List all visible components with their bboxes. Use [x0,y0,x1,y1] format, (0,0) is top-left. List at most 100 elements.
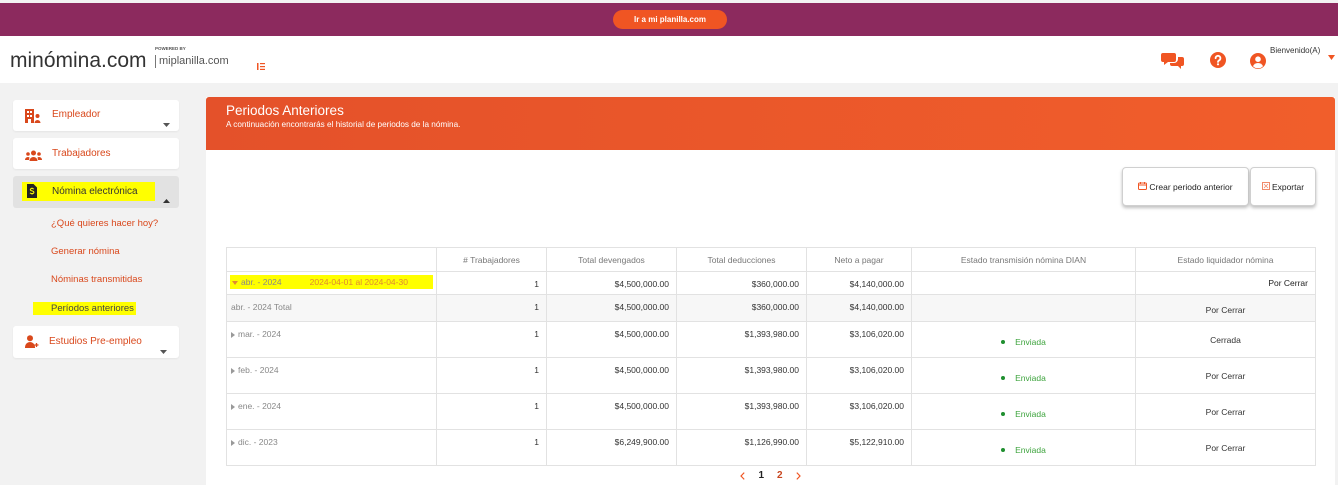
devengados-cell: $4,500,000.00 [546,357,677,394]
main-panel: Periodos Anteriores A continuación encon… [206,97,1335,485]
dian-status-badge: Enviada [1001,409,1046,419]
dian-status-cell [911,294,1136,322]
top-banner: Ir a mi planilla.com [0,3,1338,36]
deducciones-cell: $1,393,980.00 [676,321,807,358]
neto-cell: $4,140,000.00 [806,271,912,295]
caret-down-icon[interactable] [232,277,238,287]
chevron-right-icon[interactable] [795,472,801,480]
sidebar-item-trabajadores[interactable]: Trabajadores [13,138,179,169]
chevron-down-icon [163,114,170,132]
liquidador-status-cell: Por Cerrar [1135,357,1316,394]
liquidador-status-cell: Cerrada [1135,321,1316,358]
deducciones-cell: $1,393,980.00 [676,357,807,394]
caret-right-icon[interactable] [231,366,235,376]
table-row[interactable]: abr. - 2024 2024-04-01 al 2024-04-30 1 $… [226,271,1316,295]
caret-down-icon[interactable] [1328,47,1335,65]
page-title: Periodos Anteriores [226,103,344,118]
period-label: dic. - 2023 [238,437,278,447]
menu-toggle-icon[interactable] [257,57,265,70]
go-to-miplanilla-button[interactable]: Ir a mi planilla.com [613,10,727,29]
sidebar-item-nomina-electronica[interactable]: Nómina electrónica [13,176,179,208]
period-label: ene. - 2024 [238,401,282,411]
period-cell[interactable]: mar. - 2024 [226,321,437,358]
table-row[interactable]: mar. - 2024 1 $4,500,000.00 $1,393,980.0… [226,321,1316,358]
devengados-cell: $4,500,000.00 [546,271,677,295]
sidebar-item-label: Empleador [52,109,101,120]
column-header[interactable]: Neto a pagar [806,247,912,272]
create-previous-period-button[interactable]: Crear periodo anterior [1122,167,1249,206]
period-label: mar. - 2024 [238,329,281,339]
chevron-down-icon [160,341,167,359]
status-dot-icon [1001,448,1006,453]
column-header[interactable]: Estado transmisión nómina DIAN [911,247,1136,272]
workers-cell: 1 [436,321,547,358]
dian-status-cell: Enviada [911,393,1136,430]
submenu-nominas-transmitidas[interactable]: Nóminas transmitidas [51,274,142,286]
workers-cell: 1 [436,393,547,430]
submenu-generar-nomina[interactable]: Generar nómina [51,246,120,258]
period-label: feb. - 2024 [238,365,279,375]
dian-status-badge: Enviada [1001,445,1046,455]
help-icon[interactable] [1210,52,1226,73]
users-icon [25,148,42,166]
export-file-icon [1261,181,1270,192]
welcome-label[interactable]: Bienvenido(A) [1270,46,1320,55]
devengados-cell: $4,500,000.00 [546,321,677,358]
sidebar-item-label: Trabajadores [52,148,111,159]
caret-right-icon[interactable] [231,438,235,448]
dian-status-cell: Enviada [911,357,1136,394]
period-cell[interactable]: feb. - 2024 [226,357,437,394]
status-dot-icon [1001,340,1006,345]
sidebar-item-empleador[interactable]: Empleador [13,100,179,131]
column-header[interactable]: Estado liquidador nómina [1135,247,1316,272]
dian-status: Enviada [1015,408,1046,419]
sidebar-item-label: Estudios Pre-empleo [49,336,142,347]
sidebar-item-estudios-pre-empleo[interactable]: Estudios Pre-empleo [13,326,179,358]
period-cell[interactable]: ene. - 2024 [226,393,437,430]
period-cell[interactable]: dic. - 2023 [226,429,437,466]
status-dot-icon [1001,412,1006,417]
period-column-header [226,247,437,272]
table-row[interactable]: feb. - 2024 1 $4,500,000.00 $1,393,980.0… [226,357,1316,394]
period-cell[interactable]: abr. - 2024 2024-04-01 al 2024-04-30 [226,271,437,295]
period-label: abr. - 2024 [241,277,282,287]
neto-cell: $4,140,000.00 [806,294,912,322]
devengados-cell: $6,249,900.00 [546,429,677,466]
status-dot-icon [1001,376,1006,381]
submenu-que-hacer-hoy[interactable]: ¿Qué quieres hacer hoy? [51,218,158,230]
app-header: minómina.com POWERED BY miplanilla.com B… [0,36,1338,83]
neto-cell: $3,106,020.00 [806,357,912,394]
caret-right-icon[interactable] [231,402,235,412]
period-cell: abr. - 2024 Total [226,294,437,322]
dian-status-cell [911,271,1136,295]
page-1-link[interactable]: 1 [758,470,764,482]
chevron-left-icon[interactable] [740,472,746,480]
period-highlight: abr. - 2024 2024-04-01 al 2024-04-30 [230,275,433,289]
liquidador-status-cell: Por Cerrar [1135,393,1316,430]
column-header[interactable]: Total devengados [546,247,677,272]
dian-status-cell: Enviada [911,429,1136,466]
app-logo[interactable]: minómina.com [10,49,147,73]
workers-cell: 1 [436,271,547,295]
caret-right-icon[interactable] [231,330,235,340]
workers-cell: 1 [436,357,547,394]
page-header: Periodos Anteriores A continuación encon… [206,97,1335,150]
chevron-up-icon [163,190,170,208]
table-row[interactable]: ene. - 2024 1 $4,500,000.00 $1,393,980.0… [226,393,1316,430]
column-header[interactable]: # Trabajadores [436,247,547,272]
dian-status: Enviada [1015,372,1046,383]
page-2-link[interactable]: 2 [777,470,783,482]
page-subtitle: A continuación encontrarás el historial … [226,120,461,129]
sidebar-item-label: Nómina electrónica [52,186,138,197]
export-button[interactable]: Exportar [1250,167,1316,206]
devengados-cell: $4,500,000.00 [546,294,677,322]
column-header[interactable]: Total deducciones [676,247,807,272]
user-avatar-icon[interactable] [1250,53,1266,74]
period-range: 2024-04-01 al 2024-04-30 [309,277,408,287]
table-row-total: abr. - 2024 Total 1 $4,500,000.00 $360,0… [226,294,1316,322]
table-row[interactable]: dic. - 2023 1 $6,249,900.00 $1,126,990.0… [226,429,1316,466]
powered-by-label: POWERED BY [155,46,186,51]
submenu-periodos-anteriores[interactable]: Períodos anteriores [33,302,136,315]
chat-icon[interactable] [1161,52,1185,74]
dian-status-cell: Enviada [911,321,1136,358]
